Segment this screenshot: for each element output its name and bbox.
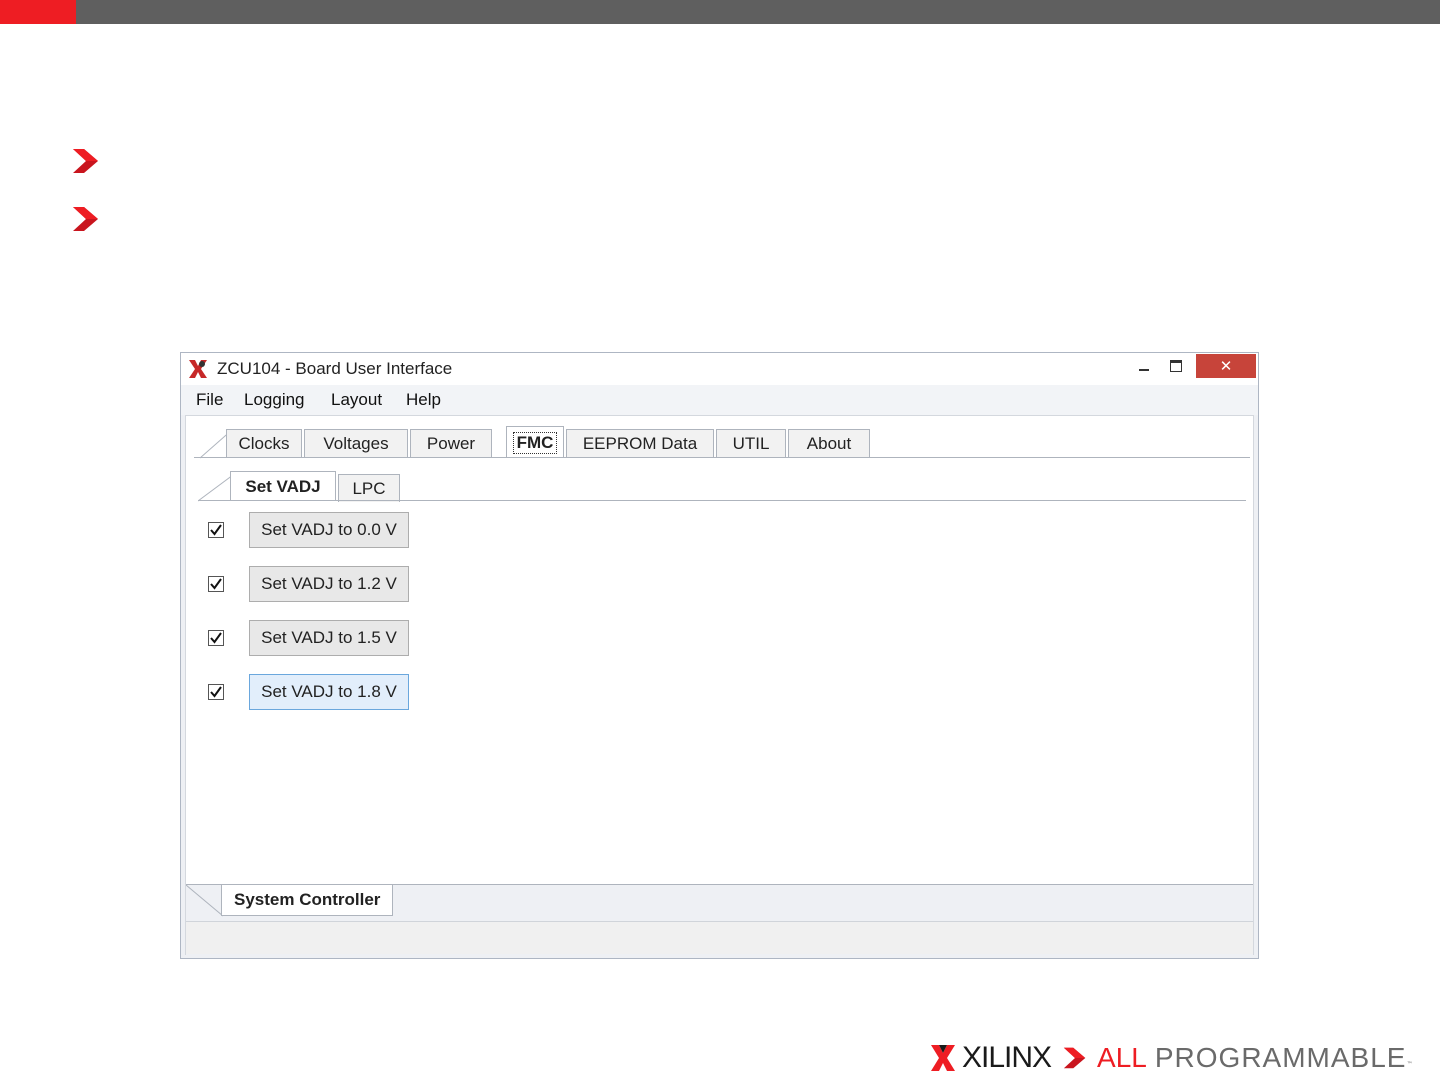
tab-eeprom-label: EEPROM Data — [582, 433, 698, 453]
vadj-1v2-checkbox[interactable] — [208, 576, 224, 592]
set-vadj-0v-button[interactable]: Set VADJ to 0.0 V — [249, 512, 409, 548]
xilinx-mark-icon — [931, 1045, 955, 1071]
main-panel: Clocks Voltages Power FMC EEPROM Data UT… — [185, 415, 1254, 955]
board-ui-window: ZCU104 - Board User Interface ✕ File Log… — [180, 352, 1259, 959]
checkmark-icon — [210, 524, 222, 536]
maximize-icon — [1170, 360, 1182, 372]
menu-logging[interactable]: Logging — [244, 390, 305, 410]
close-button[interactable]: ✕ — [1196, 354, 1256, 378]
menu-bar: File Logging Layout Help — [181, 385, 1258, 415]
subtab-lpc-label: LPC — [352, 478, 386, 498]
subtab-set-vadj-label: Set VADJ — [245, 476, 321, 496]
bullet-chevron-icon — [72, 205, 100, 233]
slide-top-bar — [0, 0, 1440, 24]
tab-eeprom-data[interactable]: EEPROM Data — [566, 429, 714, 457]
trademark-mark: ™ — [1406, 1061, 1413, 1068]
checkmark-icon — [210, 686, 222, 698]
tab-clocks-label: Clocks — [238, 433, 290, 453]
vadj-1v8-checkbox[interactable] — [208, 684, 224, 700]
checkmark-icon — [210, 632, 222, 644]
tab-clocks[interactable]: Clocks — [226, 429, 302, 457]
close-icon: ✕ — [1219, 358, 1233, 375]
tab-about-label: About — [806, 433, 852, 453]
brand-name: XILINX — [962, 1041, 1052, 1074]
subtab-strip-baseline — [198, 500, 1246, 501]
logo-chevron-icon — [1063, 1047, 1086, 1069]
status-strip — [186, 921, 1253, 954]
tab-fmc[interactable]: FMC — [506, 426, 564, 458]
tab-power-label: Power — [426, 433, 476, 453]
checkmark-icon — [210, 578, 222, 590]
menu-help[interactable]: Help — [406, 390, 441, 410]
tab-util[interactable]: UTIL — [716, 429, 786, 457]
set-vadj-1v5-button[interactable]: Set VADJ to 1.5 V — [249, 620, 409, 656]
menu-file[interactable]: File — [196, 390, 223, 410]
tab-about[interactable]: About — [788, 429, 870, 457]
slide-top-accent — [0, 0, 76, 24]
bullet-chevron-icon — [72, 147, 100, 175]
menu-layout[interactable]: Layout — [331, 390, 382, 410]
title-bar[interactable]: ZCU104 - Board User Interface ✕ — [181, 353, 1258, 385]
minimize-icon — [1139, 369, 1149, 371]
vadj-1v5-checkbox[interactable] — [208, 630, 224, 646]
tab-power[interactable]: Power — [410, 429, 492, 457]
bottom-tab-slant — [186, 885, 224, 917]
set-vadj-1v2-button[interactable]: Set VADJ to 1.2 V — [249, 566, 409, 602]
tab-strip-baseline — [194, 457, 1250, 458]
set-vadj-1v8-button[interactable]: Set VADJ to 1.8 V — [249, 674, 409, 710]
subtab-set-vadj[interactable]: Set VADJ — [230, 471, 336, 501]
tab-util-label: UTIL — [732, 433, 770, 453]
tagline-all: ALL — [1097, 1042, 1147, 1073]
window-title: ZCU104 - Board User Interface — [217, 359, 453, 378]
minimize-button[interactable] — [1131, 354, 1157, 378]
tab-voltages[interactable]: Voltages — [304, 429, 408, 457]
subtab-lpc[interactable]: LPC — [338, 474, 400, 502]
xilinx-app-icon — [187, 358, 209, 380]
system-controller-panel: System Controller — [186, 884, 1253, 955]
tab-fmc-label: FMC — [512, 431, 558, 454]
tab-voltages-label: Voltages — [323, 433, 389, 453]
xilinx-logo: XILINX ALL PROGRAMMABLE ™ — [930, 1040, 1412, 1076]
tab-system-controller[interactable]: System Controller — [221, 885, 394, 916]
maximize-button[interactable] — [1163, 354, 1189, 378]
vadj-0v-checkbox[interactable] — [208, 522, 224, 538]
tagline-programmable: PROGRAMMABLE — [1154, 1042, 1407, 1073]
